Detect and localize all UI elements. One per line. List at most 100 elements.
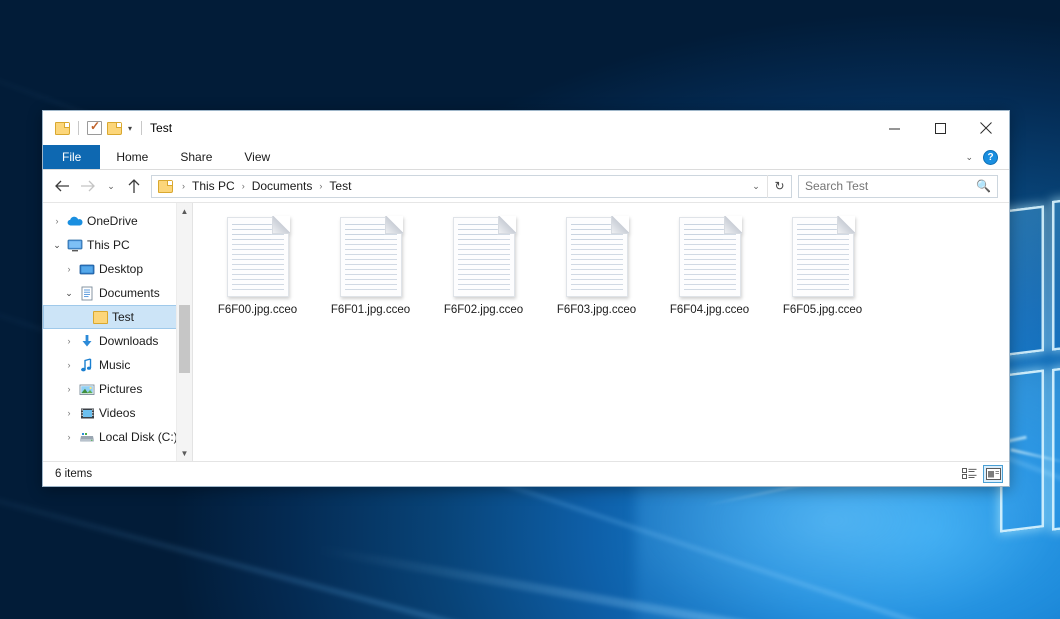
sidebar-item-label: Music <box>97 358 130 372</box>
view-mode-buttons <box>959 465 1003 483</box>
file-list-pane[interactable]: F6F00.jpg.cceo F6F01.jpg.cceo <box>193 203 1009 461</box>
chevron-down-icon[interactable]: ▾ <box>127 124 133 133</box>
sidebar-item-pictures[interactable]: › Pictures <box>43 377 192 401</box>
sidebar-item-test[interactable]: Test <box>43 305 192 329</box>
folder-tree: › OneDrive ⌄ This PC › <box>43 203 192 449</box>
file-name: F6F00.jpg.cceo <box>218 304 297 316</box>
sidebar-item-documents[interactable]: ⌄ Documents <box>43 281 192 305</box>
generic-file-icon <box>792 217 854 297</box>
chevron-down-icon[interactable]: ⌄ <box>965 152 973 163</box>
properties-icon[interactable] <box>87 121 102 135</box>
title-divider <box>141 121 142 135</box>
chevron-right-icon[interactable]: › <box>61 384 77 394</box>
file-corner-fold <box>724 216 742 234</box>
chevron-right-icon[interactable]: › <box>61 408 77 418</box>
chevron-up-icon[interactable]: ▲ <box>177 203 192 219</box>
sidebar-item-music[interactable]: › Music <box>43 353 192 377</box>
file-item[interactable]: F6F01.jpg.cceo <box>314 215 427 316</box>
generic-file-icon <box>340 217 402 297</box>
chevron-right-icon[interactable]: › <box>61 432 77 442</box>
computer-icon <box>65 239 85 252</box>
file-corner-fold <box>385 216 403 234</box>
generic-file-icon <box>227 217 289 297</box>
tab-home[interactable]: Home <box>100 145 164 169</box>
chevron-down-icon[interactable]: ⌄ <box>61 288 77 299</box>
scrollbar-thumb[interactable] <box>179 305 190 373</box>
window-controls <box>871 111 1009 145</box>
chevron-right-icon[interactable]: › <box>61 336 77 346</box>
close-icon[interactable] <box>963 111 1009 145</box>
search-box[interactable]: 🔍 <box>798 175 998 198</box>
sidebar-item-downloads[interactable]: › Downloads <box>43 329 192 353</box>
downloads-icon <box>77 334 97 349</box>
sidebar-item-label: OneDrive <box>85 214 138 228</box>
sidebar-item-local-disk-c[interactable]: › Local Disk (C:) <box>43 425 192 449</box>
chevron-right-icon[interactable]: › <box>49 216 65 226</box>
sidebar-item-videos[interactable]: › Videos <box>43 401 192 425</box>
search-icon[interactable]: 🔍 <box>976 179 991 193</box>
folder-icon[interactable] <box>55 122 70 135</box>
sidebar-item-label: Videos <box>97 406 135 420</box>
file-name: F6F04.jpg.cceo <box>670 304 749 316</box>
file-name: F6F03.jpg.cceo <box>557 304 636 316</box>
search-input[interactable] <box>805 179 976 193</box>
up-button[interactable] <box>121 173 147 199</box>
breadcrumb-separator: › <box>314 181 327 191</box>
file-item[interactable]: F6F00.jpg.cceo <box>201 215 314 316</box>
windows-logo-pane <box>1052 195 1060 351</box>
help-icon[interactable]: ? <box>983 150 998 165</box>
file-item[interactable]: F6F04.jpg.cceo <box>653 215 766 316</box>
folder-icon <box>90 311 110 324</box>
new-folder-icon[interactable] <box>107 122 122 135</box>
large-icons-view-icon[interactable] <box>983 465 1003 483</box>
breadcrumb-test[interactable]: Test <box>327 179 353 193</box>
address-bar[interactable]: › This PC › Documents › Test ⌄ ↻ <box>151 175 792 198</box>
file-item[interactable]: F6F05.jpg.cceo <box>766 215 879 316</box>
file-corner-fold <box>837 216 855 234</box>
chevron-down-icon[interactable]: ⌄ <box>49 240 65 251</box>
sidebar-scrollbar[interactable]: ▲ ▼ <box>176 203 192 461</box>
back-button[interactable] <box>49 173 75 199</box>
file-lines-top <box>797 224 836 241</box>
breadcrumb-documents[interactable]: Documents <box>250 179 315 193</box>
videos-icon <box>77 407 97 420</box>
file-corner-fold <box>611 216 629 234</box>
navigation-pane: › OneDrive ⌄ This PC › <box>43 203 193 461</box>
chevron-down-icon[interactable]: ▼ <box>177 445 192 461</box>
breadcrumb-separator: › <box>177 181 190 191</box>
sidebar-item-onedrive[interactable]: › OneDrive <box>43 209 192 233</box>
breadcrumb-this-pc[interactable]: This PC <box>190 179 237 193</box>
sidebar-item-desktop[interactable]: › Desktop <box>43 257 192 281</box>
file-lines-top <box>571 224 610 241</box>
file-item[interactable]: F6F03.jpg.cceo <box>540 215 653 316</box>
forward-button[interactable] <box>75 173 101 199</box>
onedrive-cloud-icon <box>65 215 85 227</box>
window-title: Test <box>150 121 172 135</box>
address-bar-row: ⌄ › This PC › Documents › Test ⌄ ↻ 🔍 <box>43 170 1009 202</box>
file-lines-top <box>458 224 497 241</box>
sidebar-item-this-pc[interactable]: ⌄ This PC <box>43 233 192 257</box>
chevron-right-icon[interactable]: › <box>61 264 77 274</box>
music-icon <box>77 358 97 373</box>
sidebar-item-label: Local Disk (C:) <box>97 430 178 444</box>
quick-access-toolbar: ▾ <box>43 121 133 135</box>
file-item[interactable]: F6F02.jpg.cceo <box>427 215 540 316</box>
drive-icon <box>77 431 97 443</box>
details-view-icon[interactable] <box>959 465 979 483</box>
sidebar-item-label: Test <box>110 310 134 324</box>
chevron-down-icon[interactable]: ⌄ <box>745 181 767 192</box>
generic-file-icon <box>453 217 515 297</box>
tab-view[interactable]: View <box>228 145 286 169</box>
tab-file[interactable]: File <box>43 145 100 169</box>
scrollbar-track[interactable] <box>177 219 192 445</box>
chevron-right-icon[interactable]: › <box>61 360 77 370</box>
toolbar-divider <box>78 121 79 135</box>
maximize-icon[interactable] <box>917 111 963 145</box>
refresh-icon[interactable]: ↻ <box>767 175 791 198</box>
recent-locations-button[interactable]: ⌄ <box>101 173 121 199</box>
generic-file-icon <box>566 217 628 297</box>
file-lines-top <box>684 224 723 241</box>
file-grid: F6F00.jpg.cceo F6F01.jpg.cceo <box>201 215 1009 316</box>
minimize-icon[interactable] <box>871 111 917 145</box>
tab-share[interactable]: Share <box>164 145 228 169</box>
